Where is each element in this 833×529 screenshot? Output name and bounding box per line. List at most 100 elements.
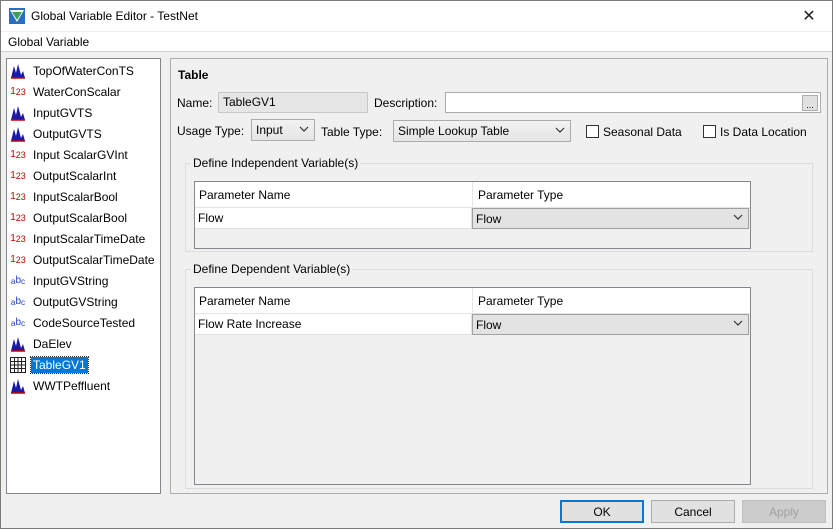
list-item[interactable]: 1 2 3 Input ScalarGVInt — [9, 145, 159, 165]
list-item-label: OutputScalarInt — [33, 169, 117, 183]
list-item-label: DaElev — [33, 337, 72, 351]
dependent-variables-group: Define Dependent Variable(s) Parameter N… — [185, 262, 813, 489]
usage-type-value: Input — [256, 123, 283, 137]
chevron-down-icon — [733, 214, 743, 220]
scalar-icon: 123 — [10, 191, 26, 202]
list-item[interactable]: a b c InputGVString — [9, 271, 159, 291]
parameter-type-dropdown[interactable]: Flow — [472, 208, 749, 229]
column-header-parameter-type[interactable]: Parameter Type — [473, 182, 750, 208]
list-item[interactable]: 1 2 3 OutputScalarInt — [9, 166, 159, 186]
name-field[interactable]: TableGV1 — [218, 92, 368, 113]
list-item-label: InputGVTS — [33, 106, 93, 120]
list-item-label: TopOfWaterConTS — [33, 64, 134, 78]
variable-list[interactable]: TopOfWaterConTS 1 2 3 WaterConScalar InputGVT… — [6, 58, 161, 494]
scalar-icon: 123 — [10, 86, 26, 97]
is-data-location-checkbox[interactable] — [703, 125, 716, 138]
timeseries-icon — [9, 125, 27, 143]
table-type-value: Simple Lookup Table — [398, 124, 510, 138]
variable-details-panel: Table Name: TableGV1 Description: ... Us… — [170, 58, 828, 494]
grid-header: Parameter Name Parameter Type — [195, 288, 750, 314]
list-item-label: OutputScalarTimeDate — [33, 253, 155, 267]
list-item[interactable]: TableGV1 — [9, 355, 159, 375]
parameter-name-cell[interactable]: Flow — [195, 208, 472, 229]
list-item[interactable]: 1 2 3 InputScalarTimeDate — [9, 229, 159, 249]
cancel-button[interactable]: Cancel — [651, 500, 735, 523]
timeseries-icon — [9, 62, 27, 80]
table-type-select[interactable]: Simple Lookup Table — [393, 120, 571, 142]
seasonal-data-checkbox[interactable] — [586, 125, 599, 138]
list-item[interactable]: TopOfWaterConTS — [9, 61, 159, 81]
close-button[interactable]: ✕ — [786, 1, 832, 31]
table-type-label: Table Type: — [321, 125, 383, 139]
usage-type-select[interactable]: Input — [251, 119, 315, 141]
chevron-down-icon — [733, 320, 743, 326]
ok-button[interactable]: OK — [560, 500, 644, 523]
is-data-location-label: Is Data Location — [720, 125, 807, 139]
list-item-label: OutputScalarBool — [33, 211, 128, 225]
scalar-icon: 123 — [10, 149, 26, 160]
independent-legend: Define Independent Variable(s) — [191, 156, 361, 170]
chevron-down-icon — [299, 126, 309, 132]
title-bar: Global Variable Editor - TestNet ✕ — [1, 1, 832, 31]
list-item[interactable]: 1 2 3 OutputScalarBool — [9, 208, 159, 228]
menu-bar: Global Variable — [1, 32, 832, 52]
list-item-label: WaterConScalar — [33, 85, 121, 99]
global-variable-editor-window: Global Variable Editor - TestNet ✕ Globa… — [0, 0, 833, 529]
table-row[interactable]: Flow Flow — [195, 208, 750, 229]
scalar-icon: 123 — [10, 212, 26, 223]
scalar-icon: 123 — [10, 254, 26, 265]
string-icon: abc — [10, 296, 26, 307]
timeseries-icon — [9, 377, 27, 395]
table-icon — [9, 356, 27, 374]
list-item-label: Input ScalarGVInt — [33, 148, 128, 162]
column-header-parameter-name[interactable]: Parameter Name — [195, 182, 472, 208]
list-item-label: TableGV1 — [30, 356, 89, 374]
string-icon: abc — [10, 275, 26, 286]
timeseries-icon — [9, 335, 27, 353]
timeseries-icon — [9, 104, 27, 122]
list-item-label: InputScalarTimeDate — [33, 232, 146, 246]
parameter-type-dropdown[interactable]: Flow — [472, 314, 749, 335]
list-item[interactable]: OutputGVTS — [9, 124, 159, 144]
apply-button[interactable]: Apply — [742, 500, 826, 523]
name-label: Name: — [177, 96, 213, 110]
list-item[interactable]: InputGVTS — [9, 103, 159, 123]
independent-variables-grid[interactable]: Parameter Name Parameter Type Flow Flow — [194, 181, 751, 249]
usage-type-label: Usage Type: — [177, 124, 245, 138]
grid-header: Parameter Name Parameter Type — [195, 182, 750, 208]
app-icon — [9, 8, 25, 24]
parameter-name-cell[interactable]: Flow Rate Increase — [195, 314, 472, 335]
description-label: Description: — [374, 96, 438, 110]
independent-variables-group: Define Independent Variable(s) Parameter… — [185, 156, 813, 252]
description-field[interactable] — [445, 92, 821, 113]
description-browse-button[interactable]: ... — [802, 95, 818, 111]
window-title: Global Variable Editor - TestNet — [31, 9, 198, 23]
table-row[interactable]: Flow Rate Increase Flow — [195, 314, 750, 335]
section-title: Table — [178, 68, 209, 82]
list-item-label: InputGVString — [33, 274, 109, 288]
list-item[interactable]: a b c CodeSourceTested — [9, 313, 159, 333]
list-item[interactable]: a b c OutputGVString — [9, 292, 159, 312]
scalar-icon: 123 — [10, 233, 26, 244]
list-item-label: OutputGVString — [33, 295, 118, 309]
list-item[interactable]: 1 2 3 InputScalarBool — [9, 187, 159, 207]
list-item[interactable]: DaElev — [9, 334, 159, 354]
list-item[interactable]: WWTPeffluent — [9, 376, 159, 396]
scalar-icon: 123 — [10, 170, 26, 181]
list-item-label: InputScalarBool — [33, 190, 118, 204]
list-item[interactable]: 1 2 3 WaterConScalar — [9, 82, 159, 102]
parameter-type-value: Flow — [476, 318, 502, 332]
string-icon: abc — [10, 317, 26, 328]
dependent-legend: Define Dependent Variable(s) — [191, 262, 353, 276]
dependent-variables-grid[interactable]: Parameter Name Parameter Type Flow Rate … — [194, 287, 751, 485]
list-item-label: CodeSourceTested — [33, 316, 136, 330]
menu-global-variable[interactable]: Global Variable — [8, 35, 89, 49]
seasonal-data-label: Seasonal Data — [603, 125, 682, 139]
list-item-label: WWTPeffluent — [33, 379, 111, 393]
chevron-down-icon — [555, 127, 565, 133]
column-header-parameter-type[interactable]: Parameter Type — [473, 288, 750, 314]
parameter-type-value: Flow — [476, 212, 502, 226]
column-header-parameter-name[interactable]: Parameter Name — [195, 288, 472, 314]
list-item-label: OutputGVTS — [33, 127, 102, 141]
list-item[interactable]: 1 2 3 OutputScalarTimeDate — [9, 250, 159, 270]
